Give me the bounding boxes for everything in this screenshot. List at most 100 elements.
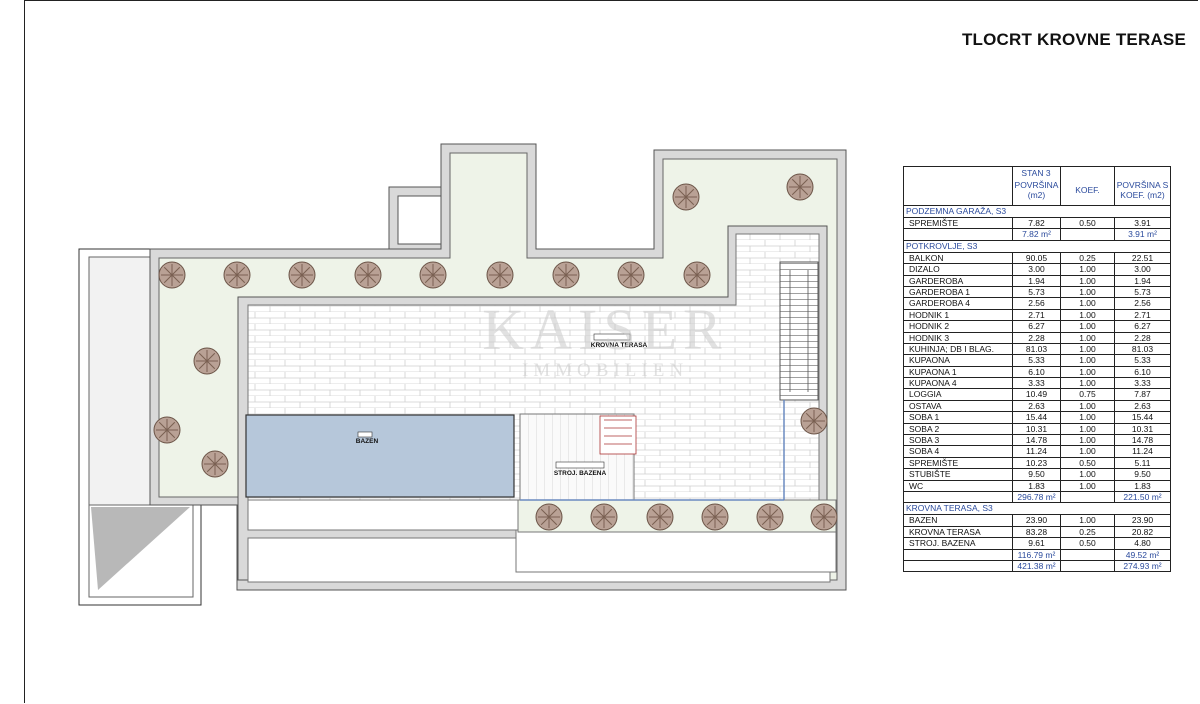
row-weighted: 15.44 (1114, 412, 1170, 423)
row-name: DIZALO (909, 264, 940, 275)
tree-icon (756, 503, 784, 531)
row-koef: 1.00 (1060, 321, 1114, 332)
header-area: POVRŠINA (1014, 180, 1059, 190)
svg-text:STROJ. BAZENA: STROJ. BAZENA (554, 470, 607, 477)
row-area: 6.10 (1012, 366, 1060, 378)
row-name: WC (909, 480, 924, 491)
row-koef: 1.00 (1060, 264, 1114, 275)
row-koef: 1.00 (1060, 275, 1114, 286)
svg-text:KROVNA TERASA: KROVNA TERASA (591, 342, 648, 349)
row-area: 2.63 (1012, 400, 1060, 412)
row-name: BALKON (909, 252, 944, 263)
tree-icon (672, 183, 700, 211)
tree-icon (590, 503, 618, 531)
table-row: HODNIK 2 6.27 1.00 6.27 (904, 321, 1170, 333)
row-area: 7.82 (1012, 218, 1060, 229)
total-spacer (904, 229, 1012, 239)
row-area: 11.24 (1012, 446, 1060, 457)
row-weighted: 20.82 (1114, 526, 1170, 538)
row-koef: 1.00 (1060, 298, 1114, 309)
row-koef: 1.00 (1060, 343, 1114, 355)
tree-icon (800, 407, 828, 435)
table-row: BAZEN 23.90 1.00 23.90 (904, 515, 1170, 527)
row-area: 10.31 (1012, 423, 1060, 435)
row-name: SOBA 4 (909, 446, 940, 457)
table-row: STROJ. BAZENA 9.61 0.50 4.80 (904, 538, 1170, 550)
table-row: SPREMIŠTE 10.23 0.50 5.11 (904, 457, 1170, 470)
table-row: KUHINJA; DB I BLAG. 81.03 1.00 81.03 (904, 343, 1170, 356)
row-weighted: 81.03 (1114, 343, 1170, 355)
row-name: OSTAVA (909, 400, 942, 411)
row-weighted: 4.80 (1114, 538, 1170, 549)
table-row: KROVNA TERASA 83.28 0.25 20.82 (904, 526, 1170, 539)
row-area: 9.50 (1012, 469, 1060, 480)
tree-icon (701, 503, 729, 531)
row-weighted: 2.28 (1114, 332, 1170, 343)
row-name: HODNIK 2 (909, 321, 950, 332)
tree-icon (158, 261, 186, 289)
table-row: HODNIK 1 2.71 1.00 2.71 (904, 309, 1170, 322)
row-koef: 1.00 (1060, 332, 1114, 343)
row-name: KUPAONA (909, 355, 950, 366)
row-weighted: 14.78 (1114, 435, 1170, 446)
table-section-title: PODZEMNA GARAŽA, S3 (904, 206, 1170, 218)
table-row: DIZALO 3.00 1.00 3.00 (904, 264, 1170, 276)
label-stroj-bazena: STROJ. BAZENA (554, 461, 607, 477)
row-area: 1.94 (1012, 275, 1060, 286)
staircase (779, 261, 819, 401)
tree-icon (153, 416, 181, 444)
row-area: 14.78 (1012, 435, 1060, 446)
row-weighted: 2.71 (1114, 309, 1170, 321)
row-koef: 1.00 (1060, 435, 1114, 446)
row-area: 9.61 (1012, 538, 1060, 549)
row-weighted: 23.90 (1114, 515, 1170, 526)
row-koef: 1.00 (1060, 446, 1114, 457)
row-area: 2.28 (1012, 332, 1060, 343)
tree-icon (617, 261, 645, 289)
row-name: SPREMIŠTE (909, 457, 959, 468)
row-koef: 1.00 (1060, 480, 1114, 491)
table-stan-label: STAN 3 (1021, 168, 1051, 178)
row-name: KUHINJA; DB I BLAG. (909, 343, 995, 354)
table-row: SOBA 3 14.78 1.00 14.78 (904, 435, 1170, 447)
row-koef: 0.50 (1060, 218, 1114, 229)
table-row: GARDEROBA 4 2.56 1.00 2.56 (904, 298, 1170, 310)
row-koef: 1.00 (1060, 309, 1114, 321)
pool-machine-room (519, 413, 637, 501)
floor-plan: KROVNA TERASA BAZEN STROJ. BAZENA (78, 143, 847, 606)
row-name: GARDEROBA 1 (909, 286, 970, 297)
row-koef: 0.50 (1060, 538, 1114, 549)
table-row: SOBA 2 10.31 1.00 10.31 (904, 423, 1170, 436)
row-area: 23.90 (1012, 515, 1060, 526)
row-weighted: 1.94 (1114, 275, 1170, 286)
tree-icon (786, 173, 814, 201)
row-weighted: 5.73 (1114, 286, 1170, 298)
tree-icon (535, 503, 563, 531)
header-weighted: POVRŠINA S (1116, 180, 1169, 190)
row-koef: 1.00 (1060, 469, 1114, 480)
total-spacer (1060, 229, 1114, 240)
row-name: SOBA 3 (909, 435, 940, 446)
table-row: KUPAONA 5.33 1.00 5.33 (904, 355, 1170, 367)
row-koef: 1.00 (1060, 515, 1114, 526)
tree-icon (193, 347, 221, 375)
pool (245, 414, 515, 498)
row-area: 6.27 (1012, 321, 1060, 332)
row-name: SOBA 1 (909, 412, 940, 423)
table-row: KUPAONA 1 6.10 1.00 6.10 (904, 366, 1170, 379)
table-row: SOBA 4 11.24 1.00 11.24 (904, 446, 1170, 458)
row-koef: 1.00 (1060, 366, 1114, 378)
total-weighted: 3.91 m² (1114, 229, 1170, 240)
total-weighted: 221.50 m² (1114, 491, 1170, 503)
row-weighted: 7.87 (1114, 389, 1170, 400)
table-row: GARDEROBA 1.94 1.00 1.94 (904, 275, 1170, 287)
table-section-title: POTKROVLJE, S3 (904, 241, 1170, 253)
header-koef: KOEF. (1075, 185, 1100, 195)
row-weighted: 22.51 (1114, 252, 1170, 264)
row-koef: 1.00 (1060, 378, 1114, 389)
row-area: 10.23 (1012, 457, 1060, 469)
row-weighted: 3.91 (1114, 218, 1170, 229)
row-weighted: 5.11 (1114, 457, 1170, 469)
table-section-title: KROVNA TERASA, S3 (904, 503, 1170, 516)
table-body: PODZEMNA GARAŽA, S3 SPREMIŠTE 7.82 0.50 3.91… (904, 206, 1170, 572)
